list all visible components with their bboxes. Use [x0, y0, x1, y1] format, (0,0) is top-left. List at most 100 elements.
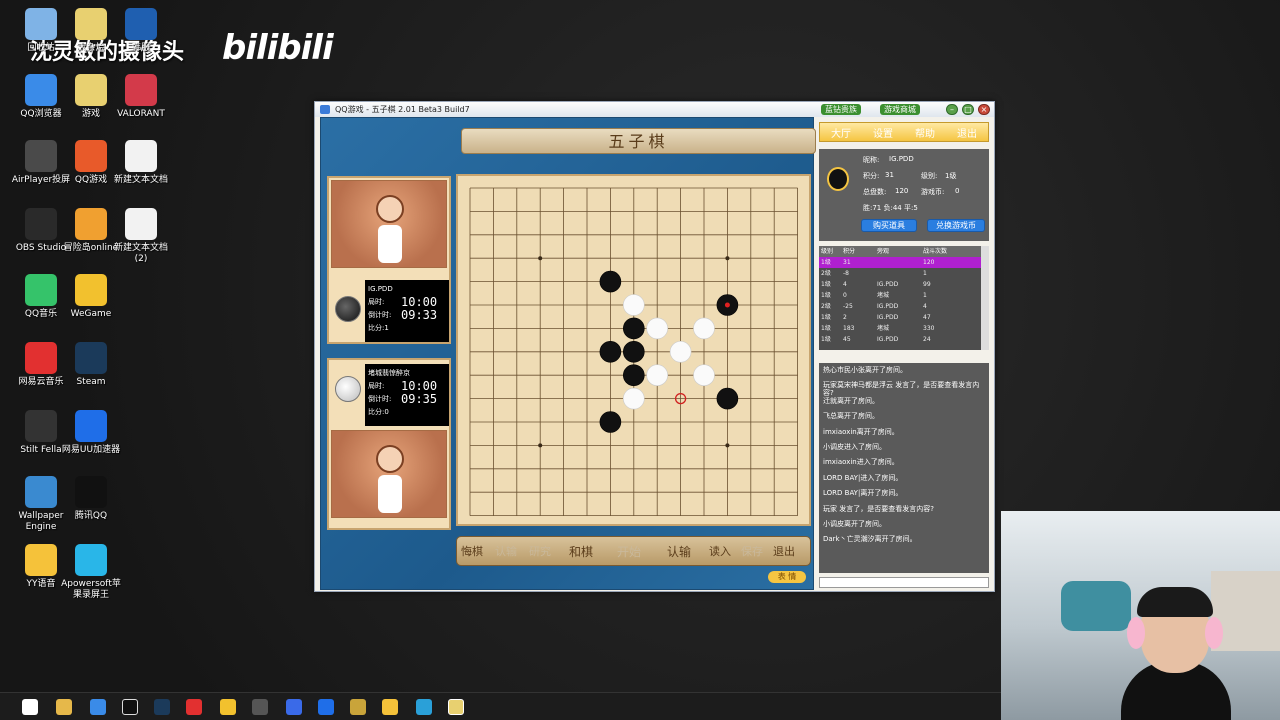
- table-cell: IG.PDD: [877, 336, 899, 343]
- chat-message: Dark丶亡灵潮汐离开了房间。: [823, 535, 917, 544]
- vip-button[interactable]: 蓝钻贵族: [821, 104, 861, 115]
- player-bottom-count-time: 09:35: [401, 392, 438, 406]
- chat-log: 热心市民小张离开了房间。 玩家莫宋神马都是浮云 发言了，是否要查看发言内容? 迁就离…: [819, 363, 989, 573]
- table-cell: 2级: [821, 270, 831, 277]
- white-stone: [646, 364, 668, 386]
- desktop-icon[interactable]: VALORANT: [110, 74, 172, 120]
- col-watch[interactable]: 旁观: [877, 246, 923, 257]
- restore-icon[interactable]: □: [962, 104, 974, 115]
- menu-exit[interactable]: 退出: [957, 125, 977, 140]
- desktop-icon[interactable]: 新建文本文档 (2): [110, 208, 172, 265]
- table-row[interactable]: 1级 2 IG.PDD 47: [819, 312, 989, 323]
- table-cell: IG.PDD: [877, 303, 899, 310]
- emoticon-button[interactable]: 表 情: [768, 571, 806, 583]
- table-cell: [877, 268, 923, 279]
- side-panel: 大厅 设置 帮助 退出 昵称: IG.PDD 积分: 31 级别: 1级 总盘数…: [817, 117, 993, 590]
- level-label: 级别:: [921, 172, 938, 180]
- draw-button[interactable]: 和棋: [569, 543, 593, 560]
- black-stone: [599, 270, 622, 293]
- col-battles[interactable]: 战斗次数: [923, 246, 967, 257]
- player-bottom-score: 比分:0: [368, 408, 389, 416]
- player-top-score: 比分:1: [368, 324, 389, 332]
- desktop-icon-label: Steam: [76, 377, 106, 387]
- table-cell: 120: [923, 259, 935, 266]
- exchange-coins-button[interactable]: 兑换游戏币: [927, 219, 985, 232]
- pkk-icon[interactable]: [350, 699, 366, 715]
- yy-icon[interactable]: [382, 699, 398, 715]
- desktop-icon[interactable]: Apowersoft苹果录屏王: [60, 544, 122, 601]
- player-bottom-avatar: [331, 430, 447, 518]
- start-button[interactable]: 开始: [617, 543, 641, 560]
- undo-button[interactable]: 悔棋: [461, 543, 483, 559]
- close-icon[interactable]: ×: [978, 104, 990, 115]
- table-row[interactable]: 1级 0 堵城 1: [819, 290, 989, 301]
- player-top-count-time: 09:33: [401, 308, 438, 322]
- desktop-icon[interactable]: WeGame: [60, 274, 122, 320]
- chat-message: 热心市民小张离开了房间。: [823, 366, 907, 374]
- player-top-count-label: 倒计时:: [368, 311, 392, 319]
- points-label: 积分:: [863, 172, 880, 180]
- desktop-icon[interactable]: 腾讯QQ: [60, 476, 122, 522]
- resign-disabled-button[interactable]: 认输: [495, 543, 517, 559]
- board-grid[interactable]: [458, 176, 809, 524]
- col-level[interactable]: 级别: [819, 246, 843, 257]
- table-row[interactable]: 1级 45 IG.PDD 24: [819, 334, 989, 345]
- chat-message: LORD BAY|离开了房间。: [823, 489, 903, 498]
- desktop-icon[interactable]: 网易UU加速器: [60, 410, 122, 456]
- chat-message: imxiaoxin进入了房间。: [823, 458, 899, 467]
- menu-help[interactable]: 帮助: [915, 125, 935, 140]
- qq-game-taskbar-icon[interactable]: [416, 699, 432, 715]
- windows-start-icon[interactable]: [22, 699, 38, 715]
- desktop-icon[interactable]: 新建文本文档: [110, 140, 172, 186]
- file-explorer-icon[interactable]: [56, 699, 72, 715]
- black-stone: [599, 411, 622, 433]
- minimize-icon[interactable]: –: [946, 104, 958, 115]
- desktop-icon[interactable]: Steam: [60, 342, 122, 388]
- gomoku-taskbar-icon[interactable]: [448, 699, 464, 715]
- qq-icon[interactable]: [122, 699, 138, 715]
- save-button[interactable]: 保存: [741, 543, 763, 559]
- netease-music-icon[interactable]: [186, 699, 202, 715]
- table-row[interactable]: 1级 183 堵城 330: [819, 323, 989, 334]
- wegame-icon[interactable]: [220, 699, 236, 715]
- app-icon: [75, 544, 107, 576]
- menu-settings[interactable]: 设置: [873, 125, 893, 140]
- game-area: 五子棋 IG.PDD 局时: 10:00 倒计时: 09:33 比分:1 堵城翡惊醉…: [320, 117, 816, 590]
- resign-button[interactable]: 认输: [667, 543, 691, 560]
- player-list-scrollbar[interactable]: [981, 246, 989, 350]
- col-points[interactable]: 积分: [843, 246, 877, 257]
- top-menu: 大厅 设置 帮助 退出: [819, 122, 989, 142]
- chat-message: 小调皮进入了房间。: [823, 442, 886, 451]
- girl-face-icon: [376, 195, 404, 223]
- girl-body-icon: [378, 475, 402, 513]
- uu-accelerator-icon[interactable]: [318, 699, 334, 715]
- store-button[interactable]: 游戏商城: [880, 104, 920, 115]
- black-stone: [623, 341, 645, 363]
- menu-lobby[interactable]: 大厅: [831, 125, 851, 140]
- desktop-icon-label: VALORANT: [117, 109, 165, 119]
- obs-icon[interactable]: [252, 699, 268, 715]
- desktop-icon[interactable]: 韩服: [110, 8, 172, 54]
- table-row[interactable]: 1级 4 IG.PDD 99: [819, 279, 989, 290]
- white-stone: [646, 317, 668, 340]
- study-button[interactable]: 研究: [529, 543, 551, 559]
- chat-input[interactable]: [819, 577, 989, 588]
- qq-browser-icon[interactable]: [90, 699, 106, 715]
- buy-items-button[interactable]: 购买道具: [861, 219, 917, 232]
- game-icon[interactable]: [286, 699, 302, 715]
- gomoku-board[interactable]: [456, 174, 811, 526]
- table-cell: 1级: [821, 281, 831, 288]
- player-list: 级别 积分 旁观 战斗次数 1级 31 120 2级 -8 1 1级 4 IG.PDD 99 1级 0…: [819, 246, 989, 350]
- table-row[interactable]: 2级 -8 1: [819, 268, 989, 279]
- window-titlebar[interactable]: QQ游戏 - 五子棋 2.01 Beta3 Build7 蓝钻贵族 游戏商城 –…: [315, 102, 994, 117]
- exit-button[interactable]: 退出: [773, 543, 795, 559]
- table-cell: 1级: [821, 259, 831, 266]
- app-icon: [75, 274, 107, 306]
- table-row[interactable]: 1级 31 120: [819, 257, 989, 268]
- steam-icon[interactable]: [154, 699, 170, 715]
- coins-label: 游戏币:: [921, 188, 945, 196]
- load-button[interactable]: 读入: [709, 543, 731, 559]
- table-row[interactable]: 2级 -25 IG.PDD 4: [819, 301, 989, 312]
- desktop-icon-label: 腾讯QQ: [74, 511, 108, 521]
- level-value: 1级: [945, 172, 957, 180]
